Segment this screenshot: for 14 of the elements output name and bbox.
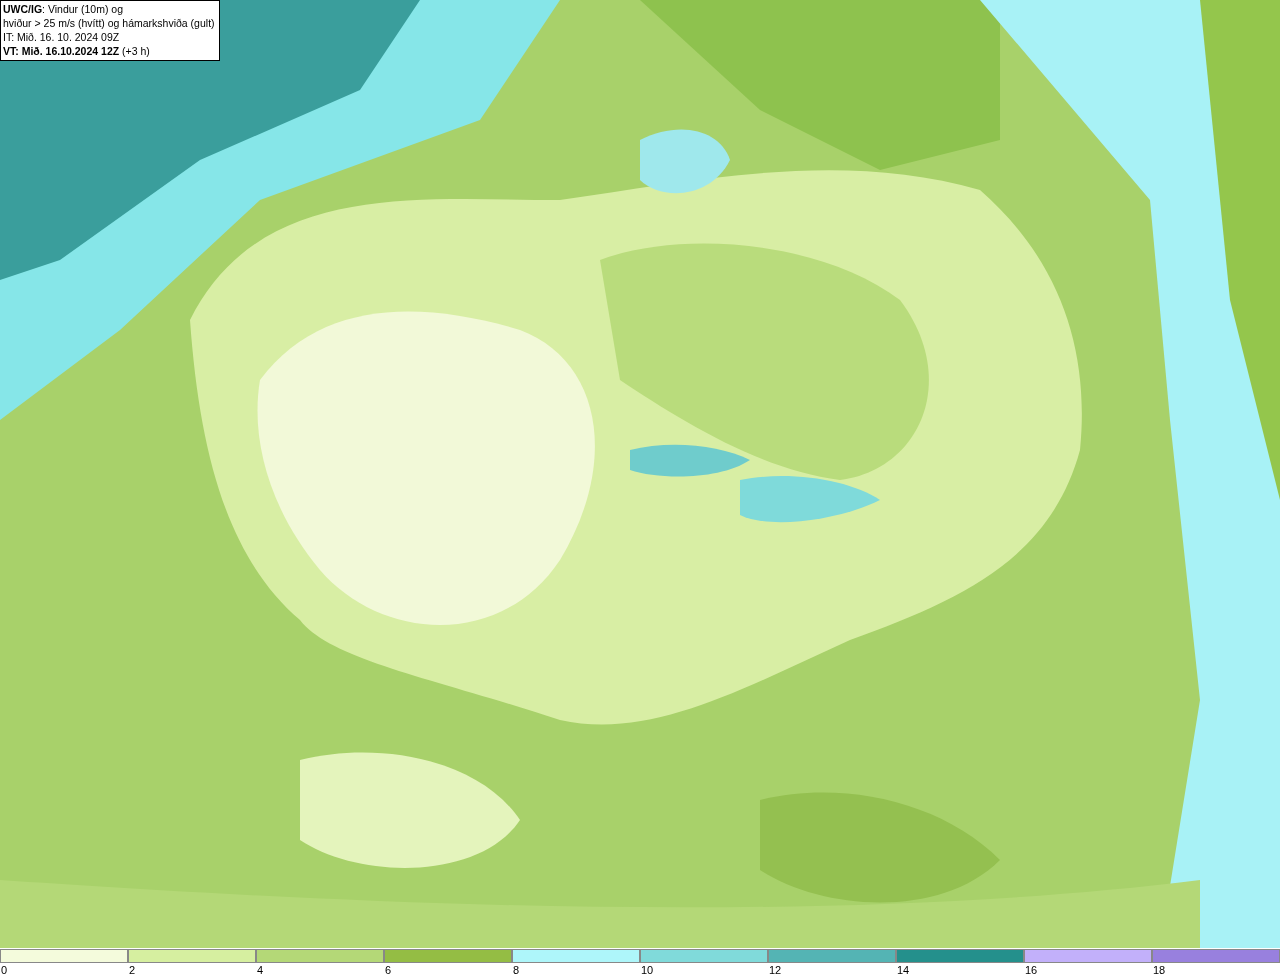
legend-label: 14 (896, 963, 910, 977)
caption-text: VT: Mið. 16.10.2024 12Z (+3 h) (3, 44, 151, 58)
legend-label: 18 (1152, 963, 1166, 977)
legend-label: 16 (1024, 963, 1038, 977)
legend-label: 0 (0, 963, 8, 977)
legend-label: 4 (256, 963, 264, 977)
caption-text: IT: Mið. 16. 10. 2024 09Z (3, 30, 121, 44)
caption-text: UWC/IG: Vindur (10m) og (3, 2, 124, 16)
legend-label: 12 (768, 963, 782, 977)
legend-label: 10 (640, 963, 654, 977)
legend-label: 2 (128, 963, 136, 977)
legend-label: 6 (384, 963, 392, 977)
caption-text: hviður > 25 m/s (hvítt) og hámarkshviða (gult) (3, 16, 215, 30)
legend-label: 8 (512, 963, 520, 977)
